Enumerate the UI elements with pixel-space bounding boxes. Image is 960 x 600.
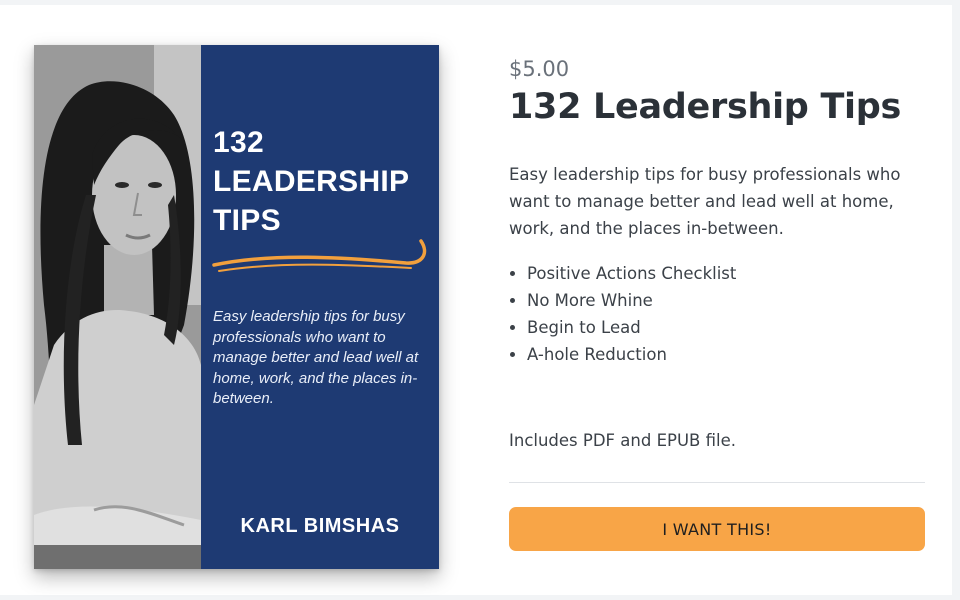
divider xyxy=(509,482,925,483)
book-cover-image: 132 LEADERSHIP TIPS Easy leadership tips… xyxy=(34,45,439,569)
cover-title-line: 132 xyxy=(213,126,264,159)
product-price: $5.00 xyxy=(509,57,570,81)
cover-title-panel: 132 LEADERSHIP TIPS Easy leadership tips… xyxy=(201,45,439,569)
swoosh-underline-icon xyxy=(212,239,427,272)
portrait-illustration xyxy=(34,45,201,569)
feature-item: No More Whine xyxy=(527,287,736,314)
feature-item: Begin to Lead xyxy=(527,314,736,341)
file-formats-note: Includes PDF and EPUB file. xyxy=(509,431,736,450)
product-card: 132 LEADERSHIP TIPS Easy leadership tips… xyxy=(0,5,952,595)
cover-blurb: Easy leadership tips for busy profession… xyxy=(213,308,419,407)
feature-list: Positive Actions Checklist No More Whine… xyxy=(509,260,736,368)
product-description: Easy leadership tips for busy profession… xyxy=(509,165,901,238)
cover-author: KARL BIMSHAS xyxy=(240,515,400,537)
feature-item: Positive Actions Checklist xyxy=(527,260,736,287)
cover-title: 132 LEADERSHIP TIPS xyxy=(213,123,433,240)
feature-item: A-hole Reduction xyxy=(527,341,736,368)
buy-button[interactable]: I WANT THIS! xyxy=(509,507,925,551)
product-title: 132 Leadership Tips xyxy=(509,87,901,127)
cover-title-line: LEADERSHIP xyxy=(213,165,410,198)
author-portrait-photo xyxy=(34,45,201,569)
